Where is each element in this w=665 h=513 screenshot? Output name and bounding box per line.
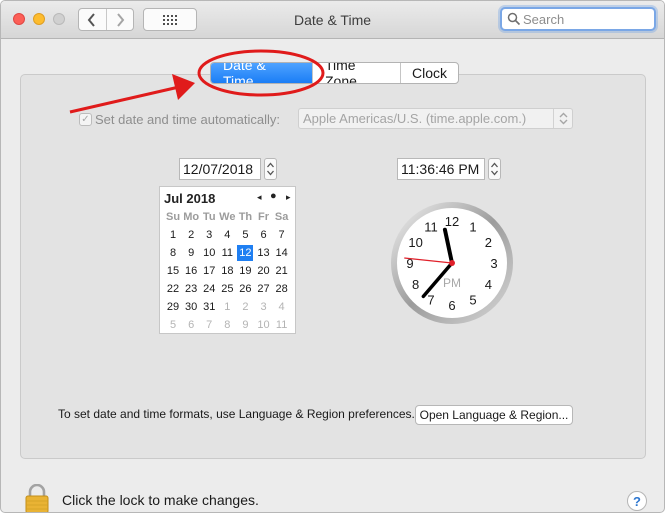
calendar-day[interactable]: 7 [201,317,217,333]
calendar-day[interactable]: 18 [219,263,235,279]
calendar-day[interactable]: 29 [165,299,181,315]
stepper-arrows-icon [267,162,274,176]
calendar-day[interactable]: 30 [183,299,199,315]
calendar-day[interactable]: 17 [201,263,217,279]
calendar-day[interactable]: 11 [219,245,235,261]
tab-time-zone[interactable]: Time Zone [312,63,400,83]
search-box[interactable] [500,7,656,31]
clock-number: 3 [490,256,497,271]
calendar-days-grid: 1 2 3 4 5 6 7 8 9 10 11 12 13 14 15 16 17 18 19 20 21 22 23 24 2… [164,226,295,334]
calendar-month-label: Jul 2018 [164,191,216,206]
clock-period-label: PM [443,276,461,290]
clock-number: 4 [485,277,492,292]
calendar-day[interactable]: 3 [201,227,217,243]
calendar-day[interactable]: 16 [183,263,199,279]
auto-time-label: Set date and time automatically: [95,111,280,127]
time-stepper[interactable] [488,158,501,180]
clock-number: 5 [469,292,476,307]
lock-icon[interactable] [25,484,49,513]
tab-bar: Date & Time Time Zone Clock [210,62,459,84]
calendar-day[interactable]: 27 [255,281,271,297]
preferences-window: Date & Time Date & Time Time Zone Clock … [0,0,665,513]
clock-center-pin [449,260,455,266]
time-field[interactable]: 11:36:46 PM [397,158,485,180]
calendar-day[interactable]: 23 [183,281,199,297]
calendar-day[interactable]: 8 [219,317,235,333]
calendar-day[interactable]: 20 [255,263,271,279]
formats-hint-text: To set date and time formats, use Langua… [58,407,415,421]
clock-number: 8 [412,277,419,292]
stepper-arrows-icon [491,162,498,176]
calendar-weekdays: Su Mo Tu We Th Fr Sa [164,211,295,223]
date-stepper[interactable] [264,158,277,180]
clock-number: 6 [448,298,455,313]
tab-date-time[interactable]: Date & Time [211,63,312,83]
checkmark-icon: ✓ [81,113,90,125]
calendar-day[interactable]: 10 [255,317,271,333]
calendar-day[interactable]: 15 [165,263,181,279]
calendar-weekday: Su [166,211,181,223]
calendar-day[interactable]: 13 [255,245,271,261]
calendar-weekday: Tu [202,211,216,223]
calendar-day[interactable]: 1 [165,227,181,243]
calendar-day[interactable]: 5 [237,227,253,243]
clock-number: 1 [469,220,476,235]
calendar-day[interactable]: 26 [237,281,253,297]
calendar-weekday: Sa [274,211,289,223]
search-icon [507,12,521,26]
calendar-day[interactable]: 9 [183,245,199,261]
help-button[interactable]: ? [627,491,647,511]
calendar-day[interactable]: 4 [219,227,235,243]
calendar-header: Jul 2018 ◂ ● ▸ [160,187,295,209]
clock-number: 7 [427,292,434,307]
tab-content-panel [20,74,646,459]
title-bar: Date & Time [1,1,664,39]
calendar-weekday: We [219,211,236,223]
calendar-day[interactable]: 31 [201,299,217,315]
tab-clock[interactable]: Clock [400,63,458,83]
calendar-day[interactable]: 6 [183,317,199,333]
calendar-weekday: Fr [258,211,270,223]
calendar-day[interactable]: 14 [274,245,290,261]
calendar-day[interactable]: 6 [255,227,271,243]
calendar-day[interactable]: 10 [201,245,217,261]
next-month-icon[interactable]: ▸ [286,192,291,203]
clock-number: 10 [408,235,422,250]
auto-time-row: ✓ Set date and time automatically: [79,109,280,129]
calendar-day[interactable]: 5 [165,317,181,333]
calendar-weekday: Th [238,211,253,223]
clock-number: 12 [445,214,459,229]
calendar-day[interactable]: 8 [165,245,181,261]
open-language-region-button[interactable]: Open Language & Region... [415,405,573,425]
previous-month-icon[interactable]: ◂ [257,192,262,203]
calendar-day[interactable]: 22 [165,281,181,297]
calendar-day[interactable]: 28 [274,281,290,297]
calendar-day[interactable]: 3 [255,299,271,315]
time-server-select[interactable]: Apple Americas/U.S. (time.apple.com.) [298,108,573,129]
dropdown-arrows-icon [553,109,572,128]
auto-time-checkbox[interactable]: ✓ [79,112,92,126]
calendar-day[interactable]: 2 [237,299,253,315]
calendar-day[interactable]: 19 [237,263,253,279]
calendar-day[interactable]: 4 [274,299,290,315]
calendar-day[interactable]: 21 [274,263,290,279]
calendar-day[interactable]: 11 [274,317,290,333]
search-input[interactable] [523,11,649,27]
calendar-day[interactable]: 12 [237,245,254,261]
clock-number: 11 [424,220,438,235]
clock-number: 2 [485,235,492,250]
time-server-value: Apple Americas/U.S. (time.apple.com.) [303,111,527,126]
analog-clock: 12 1234567891011 PM [391,202,513,324]
calendar-day[interactable]: 1 [219,299,235,315]
today-dot-icon[interactable]: ● [270,190,277,202]
lock-message: Click the lock to make changes. [62,492,259,508]
calendar-day[interactable]: 25 [219,281,235,297]
calendar-day[interactable]: 7 [274,227,290,243]
calendar-day[interactable]: 9 [237,317,253,333]
calendar-weekday: Mo [183,211,200,223]
calendar-day[interactable]: 2 [183,227,199,243]
calendar-day[interactable]: 24 [201,281,217,297]
date-field[interactable]: 12/07/2018 [179,158,261,180]
calendar: Jul 2018 ◂ ● ▸ Su Mo Tu We Th Fr Sa 1234567891… [159,186,296,334]
